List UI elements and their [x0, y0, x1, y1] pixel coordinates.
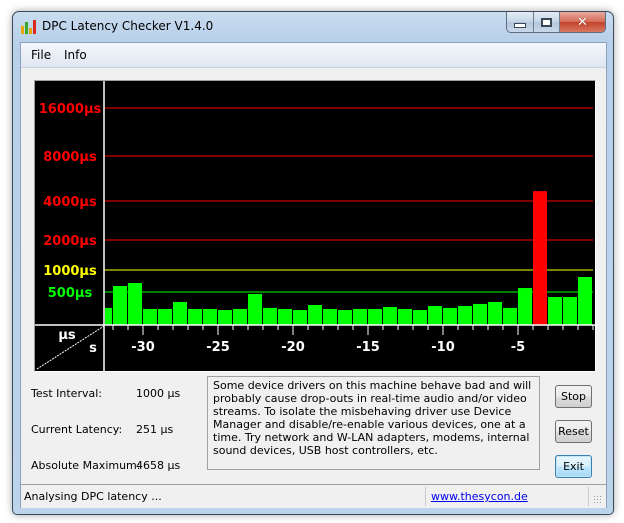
latency-bar: [113, 286, 127, 325]
menu-bar: File Info: [21, 43, 606, 68]
resize-grip-icon[interactable]: [593, 495, 603, 505]
y-tick-label: 16000µs: [39, 102, 102, 117]
x-tick-label: -15: [356, 340, 380, 355]
status-separator: [425, 487, 426, 506]
latency-bar: [533, 191, 547, 325]
diagnosis-message: Some device drivers on this machine beha…: [207, 376, 540, 470]
title-bar[interactable]: DPC Latency Checker V1.4.0 ✕: [13, 12, 613, 42]
x-tick-label: -25: [206, 340, 230, 355]
latency-bar: [203, 308, 217, 325]
x-tick-label: -20: [281, 340, 305, 355]
window-title: DPC Latency Checker V1.4.0: [42, 19, 214, 33]
y-tick-label: 8000µs: [43, 150, 97, 165]
latency-bar: [488, 301, 502, 325]
latency-bar: [563, 297, 577, 325]
stop-button[interactable]: Stop: [555, 385, 592, 408]
client-area: File Info 16000µs 8000µs 4000µs 2000µs 1000µ…: [20, 42, 607, 508]
latency-bar: [248, 294, 262, 325]
latency-bar: [158, 308, 172, 325]
close-button[interactable]: ✕: [560, 12, 605, 32]
latency-bar: [218, 310, 232, 325]
y-tick-label: 500µs: [48, 286, 93, 301]
latency-bar: [473, 303, 487, 325]
status-text: Analysing DPC latency ...: [24, 490, 162, 503]
y-tick-label: 1000µs: [43, 264, 97, 279]
minimize-button[interactable]: [507, 12, 534, 32]
latency-bar: [578, 277, 592, 325]
website-link[interactable]: www.thesycon.de: [431, 490, 528, 503]
bar-chart-app-icon: [21, 20, 37, 34]
latency-bar: [548, 297, 562, 325]
latency-bar: [323, 308, 337, 325]
absolute-maximum-value: 4658 µs: [136, 459, 181, 472]
reset-button[interactable]: Reset: [555, 420, 592, 443]
menu-file[interactable]: File: [31, 48, 51, 62]
latency-bar: [293, 310, 307, 325]
caption-buttons: ✕: [506, 12, 606, 33]
latency-bar: [518, 288, 532, 325]
latency-chart: 16000µs 8000µs 4000µs 2000µs 1000µs 500µs -30…: [34, 80, 596, 372]
latency-bar: [173, 301, 187, 325]
latency-bar: [503, 307, 517, 325]
latency-bar: [443, 307, 457, 325]
x-tick-label: -5: [511, 340, 525, 355]
latency-bar: [143, 308, 157, 325]
app-window: DPC Latency Checker V1.4.0 ✕ File Info 1…: [12, 11, 614, 515]
latency-bar: [263, 307, 277, 325]
latency-bar: [383, 306, 397, 325]
latency-bar: [353, 308, 367, 325]
latency-bar: [428, 305, 442, 325]
y-unit-label: µs: [58, 328, 76, 343]
latency-chart-svg: 16000µs 8000µs 4000µs 2000µs 1000µs 500µs -30…: [35, 81, 595, 371]
absolute-maximum-label: Absolute Maximum:: [31, 459, 141, 472]
latency-bar: [413, 310, 427, 325]
exit-button[interactable]: Exit: [555, 455, 592, 478]
latency-bar: [368, 308, 382, 325]
latency-bar: [338, 310, 352, 325]
latency-bar: [128, 282, 142, 325]
maximize-icon: [541, 17, 552, 27]
latency-bar: [398, 308, 412, 325]
latency-bar: [233, 308, 247, 325]
status-bar: Analysing DPC latency ... www.thesycon.d…: [21, 484, 606, 508]
current-latency-label: Current Latency:: [31, 423, 123, 436]
close-icon: ✕: [577, 14, 588, 30]
latency-bar: [458, 305, 472, 325]
y-tick-label: 2000µs: [43, 234, 97, 249]
maximize-button[interactable]: [534, 12, 560, 32]
menu-info[interactable]: Info: [64, 48, 87, 62]
x-tick-label: -10: [431, 340, 455, 355]
x-tick-label: -30: [131, 340, 155, 355]
latency-bar: [308, 304, 322, 325]
minimize-icon: [514, 22, 526, 28]
test-interval-label: Test Interval:: [31, 387, 102, 400]
latency-bar: [105, 307, 112, 325]
test-interval-value: 1000 µs: [136, 387, 181, 400]
x-unit-label: s: [89, 341, 97, 356]
y-tick-label: 4000µs: [43, 195, 97, 210]
status-separator: [588, 487, 589, 506]
current-latency-value: 251 µs: [136, 423, 174, 436]
latency-bar: [188, 308, 202, 325]
latency-bar: [278, 308, 292, 325]
